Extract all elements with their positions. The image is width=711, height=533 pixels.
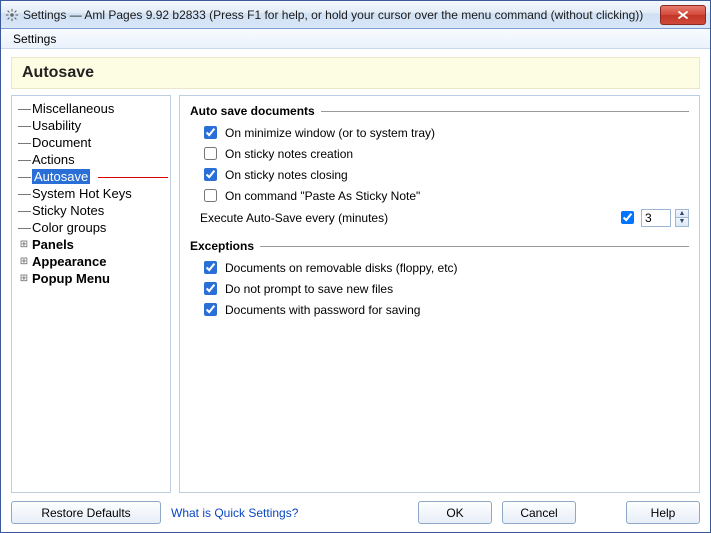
option-row: On minimize window (or to system tray) (190, 122, 689, 143)
tree-item-miscellaneous[interactable]: —Miscellaneous (14, 100, 168, 117)
tree-item-system-hot-keys[interactable]: —System Hot Keys (14, 185, 168, 202)
tree-item-label: Appearance (32, 254, 106, 269)
settings-window: Settings — Aml Pages 9.92 b2833 (Press F… (0, 0, 711, 533)
tree-item-panels[interactable]: ⊞Panels (14, 236, 168, 253)
leaf-icon: — (18, 186, 30, 201)
tree-item-sticky-notes[interactable]: —Sticky Notes (14, 202, 168, 219)
tree-item-label: Autosave (32, 169, 90, 184)
tree-item-usability[interactable]: —Usability (14, 117, 168, 134)
option-label: On command "Paste As Sticky Note" (225, 189, 420, 203)
leaf-icon: — (18, 135, 30, 150)
group-exceptions-title: Exceptions (190, 239, 689, 253)
page-title: Autosave (11, 57, 700, 89)
expand-icon: ⊞ (18, 273, 30, 284)
group-autosave-title: Auto save documents (190, 104, 689, 118)
spinner-down-icon[interactable]: ▼ (675, 218, 689, 227)
option-row: On sticky notes creation (190, 143, 689, 164)
tree-item-appearance[interactable]: ⊞Appearance (14, 253, 168, 270)
category-tree[interactable]: —Miscellaneous—Usability—Document—Action… (11, 95, 171, 493)
autosave-interval-spinner: ▲ ▼ (675, 209, 689, 227)
close-icon (677, 10, 689, 20)
tree-item-label: Sticky Notes (32, 203, 104, 218)
expand-icon: ⊞ (18, 256, 30, 267)
tree-item-label: Panels (32, 237, 74, 252)
option-checkbox[interactable] (204, 147, 217, 160)
quick-settings-link[interactable]: What is Quick Settings? (171, 506, 298, 520)
ok-button[interactable]: OK (418, 501, 492, 524)
tree-item-label: Color groups (32, 220, 106, 235)
leaf-icon: — (18, 220, 30, 235)
option-label: On minimize window (or to system tray) (225, 126, 435, 140)
gear-icon (5, 8, 19, 22)
leaf-icon: — (18, 118, 30, 133)
divider (260, 246, 689, 247)
expand-icon: ⊞ (18, 239, 30, 250)
autosave-interval-input[interactable] (641, 209, 671, 227)
tree-item-label: Document (32, 135, 91, 150)
option-checkbox[interactable] (204, 189, 217, 202)
content-pane: Auto save documents On minimize window (… (179, 95, 700, 493)
option-label: On sticky notes creation (225, 147, 353, 161)
menubar: Settings (1, 29, 710, 49)
option-checkbox[interactable] (204, 126, 217, 139)
option-checkbox[interactable] (204, 282, 217, 295)
main-row: —Miscellaneous—Usability—Document—Action… (11, 95, 700, 493)
dialog-body: Autosave —Miscellaneous—Usability—Docume… (1, 49, 710, 532)
leaf-icon: — (18, 203, 30, 218)
option-row: On sticky notes closing (190, 164, 689, 185)
titlebar: Settings — Aml Pages 9.92 b2833 (Press F… (1, 1, 710, 29)
divider (321, 111, 689, 112)
option-row: Do not prompt to save new files (190, 278, 689, 299)
window-title: Settings — Aml Pages 9.92 b2833 (Press F… (23, 8, 660, 22)
close-button[interactable] (660, 5, 706, 25)
tree-item-label: Usability (32, 118, 81, 133)
tree-item-autosave[interactable]: —Autosave (14, 168, 168, 185)
tree-item-label: Popup Menu (32, 271, 110, 286)
option-label: On sticky notes closing (225, 168, 348, 182)
option-label: Do not prompt to save new files (225, 282, 393, 296)
tree-item-actions[interactable]: —Actions (14, 151, 168, 168)
autosave-interval-row: Execute Auto-Save every (minutes) ▲ ▼ (190, 206, 689, 229)
group-exceptions-label: Exceptions (190, 239, 254, 253)
tree-item-label: System Hot Keys (32, 186, 132, 201)
option-row: On command "Paste As Sticky Note" (190, 185, 689, 206)
group-autosave-label: Auto save documents (190, 104, 315, 118)
option-label: Documents on removable disks (floppy, et… (225, 261, 458, 275)
spinner-up-icon[interactable]: ▲ (675, 209, 689, 218)
tree-item-label: Actions (32, 152, 75, 167)
restore-defaults-button[interactable]: Restore Defaults (11, 501, 161, 524)
option-row: Documents with password for saving (190, 299, 689, 320)
option-label: Documents with password for saving (225, 303, 420, 317)
tree-item-document[interactable]: —Document (14, 134, 168, 151)
autosave-interval-checkbox[interactable] (621, 211, 634, 224)
leaf-icon: — (18, 169, 30, 184)
tree-item-color-groups[interactable]: —Color groups (14, 219, 168, 236)
menu-settings[interactable]: Settings (7, 30, 62, 48)
footer: Restore Defaults What is Quick Settings?… (11, 493, 700, 524)
option-checkbox[interactable] (204, 168, 217, 181)
tree-item-label: Miscellaneous (32, 101, 114, 116)
help-button[interactable]: Help (626, 501, 700, 524)
leaf-icon: — (18, 101, 30, 116)
tree-item-popup-menu[interactable]: ⊞Popup Menu (14, 270, 168, 287)
cancel-button[interactable]: Cancel (502, 501, 576, 524)
option-checkbox[interactable] (204, 303, 217, 316)
option-row: Documents on removable disks (floppy, et… (190, 257, 689, 278)
leaf-icon: — (18, 152, 30, 167)
autosave-interval-label: Execute Auto-Save every (minutes) (200, 211, 388, 225)
option-checkbox[interactable] (204, 261, 217, 274)
